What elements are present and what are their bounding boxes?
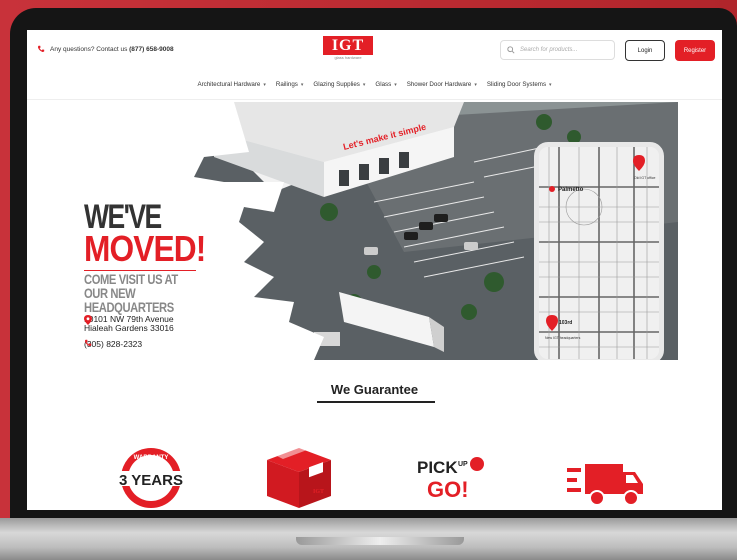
map-label-new-hq: New IGT headquarters (545, 336, 581, 340)
contact-phone[interactable]: (877) 658-9008 (129, 46, 173, 53)
map-phone-mockup: Palmetto Old IGT office 103rd New IGT he… (534, 142, 664, 360)
map-image: Palmetto Old IGT office 103rd New IGT he… (539, 147, 659, 359)
box-badge: IGT (263, 442, 335, 510)
search-input[interactable]: Search for products... (500, 40, 615, 60)
chevron-down-icon: ▾ (394, 82, 397, 88)
hero-address: 10101 NW 79th Avenue Hialeah Gardens 3301… (84, 315, 174, 333)
guarantee-underline (317, 401, 435, 403)
hero-subheadline: COME VISIT US AT OUR NEW HEADQUARTERS (84, 270, 196, 314)
address-line-2: Hialeah Gardens 33016 (84, 323, 174, 333)
nav-item-label: Architectural Hardware (197, 81, 261, 88)
logo[interactable]: IGT glass hardware (323, 36, 373, 62)
laptop-notch (296, 537, 464, 545)
location-pin-icon (84, 315, 92, 325)
search-icon (507, 46, 515, 54)
nav-item-label: Glazing Supplies (313, 81, 360, 88)
map-label-palmetto: Palmetto (558, 187, 584, 193)
top-bar: Any questions? Contact us (877) 658-9008… (27, 30, 722, 70)
nav-item-sliding-door-systems[interactable]: Sliding Door Systems ▾ (487, 81, 552, 88)
map-label-103: 103rd (559, 320, 572, 326)
chevron-down-icon: ▾ (474, 82, 477, 88)
contact-text: Any questions? Contact us (50, 45, 128, 53)
logo-mark: IGT (323, 36, 373, 55)
warranty-badge: WARRANTY 3 YEARS (115, 444, 187, 510)
map-label-old-office: Old IGT office (634, 176, 656, 180)
register-button[interactable]: Register (675, 40, 715, 61)
hero-phone-number[interactable]: (305) 828-2323 (84, 339, 142, 349)
package-icon: IGT (267, 444, 331, 508)
nav-item-label: Sliding Door Systems (486, 81, 547, 88)
hero-banner[interactable]: Let's make it simple WE'VE MOVED! COME V… (74, 102, 678, 360)
warranty-arc-text: WARRANTY (134, 455, 169, 461)
chevron-down-icon: ▾ (263, 82, 266, 88)
phone-icon (37, 45, 45, 52)
logo-subtitle: glass hardware (334, 55, 362, 60)
hero-phone: (305) 828-2323 (84, 339, 142, 349)
box-logo: IGT (313, 489, 324, 495)
contact-info: Any questions? Contact us (877) 658-9008 (37, 45, 174, 53)
warranty-badge-icon: WARRANTY 3 YEARS (117, 448, 185, 508)
warranty-years: 3 YEARS (119, 472, 183, 489)
nav-item-glass[interactable]: Glass ▾ (375, 81, 396, 88)
nav-item-railings[interactable]: Railings ▾ (276, 81, 304, 88)
phone-icon (84, 339, 92, 346)
truck-icon (567, 464, 643, 506)
browser-screen: Any questions? Contact us (877) 658-9008… (27, 30, 722, 510)
chevron-down-icon: ▾ (549, 82, 552, 88)
pickup-go-badge: PICK UP GO! (413, 455, 493, 510)
pickup-text-go: GO! (427, 477, 469, 502)
chevron-down-icon: ▾ (300, 82, 304, 88)
nav-item-shower-door-hardware[interactable]: Shower Door Hardware ▾ (407, 81, 477, 88)
hero-headline-2: MOVED! (84, 228, 206, 269)
nav-item-label: Shower Door Hardware (406, 81, 472, 88)
pickup-text-up: UP (458, 461, 468, 468)
nav-item-label: Railings (275, 81, 298, 88)
main-nav: Architectural Hardware ▾ Railings ▾ Glazin… (27, 70, 722, 100)
delivery-badge (567, 460, 647, 510)
guarantee-title: We Guarantee (330, 382, 419, 397)
pickup-text-pick: PICK (417, 458, 458, 477)
search-placeholder: Search for products... (520, 47, 578, 53)
pickup-go-icon: PICK UP GO! (417, 457, 484, 502)
nav-item-label: Glass (375, 81, 392, 88)
login-button[interactable]: Login (625, 40, 665, 61)
nav-item-glazing-supplies[interactable]: Glazing Supplies ▾ (313, 81, 365, 88)
chevron-down-icon: ▾ (362, 82, 366, 88)
nav-item-architectural-hardware[interactable]: Architectural Hardware ▾ (197, 81, 265, 88)
